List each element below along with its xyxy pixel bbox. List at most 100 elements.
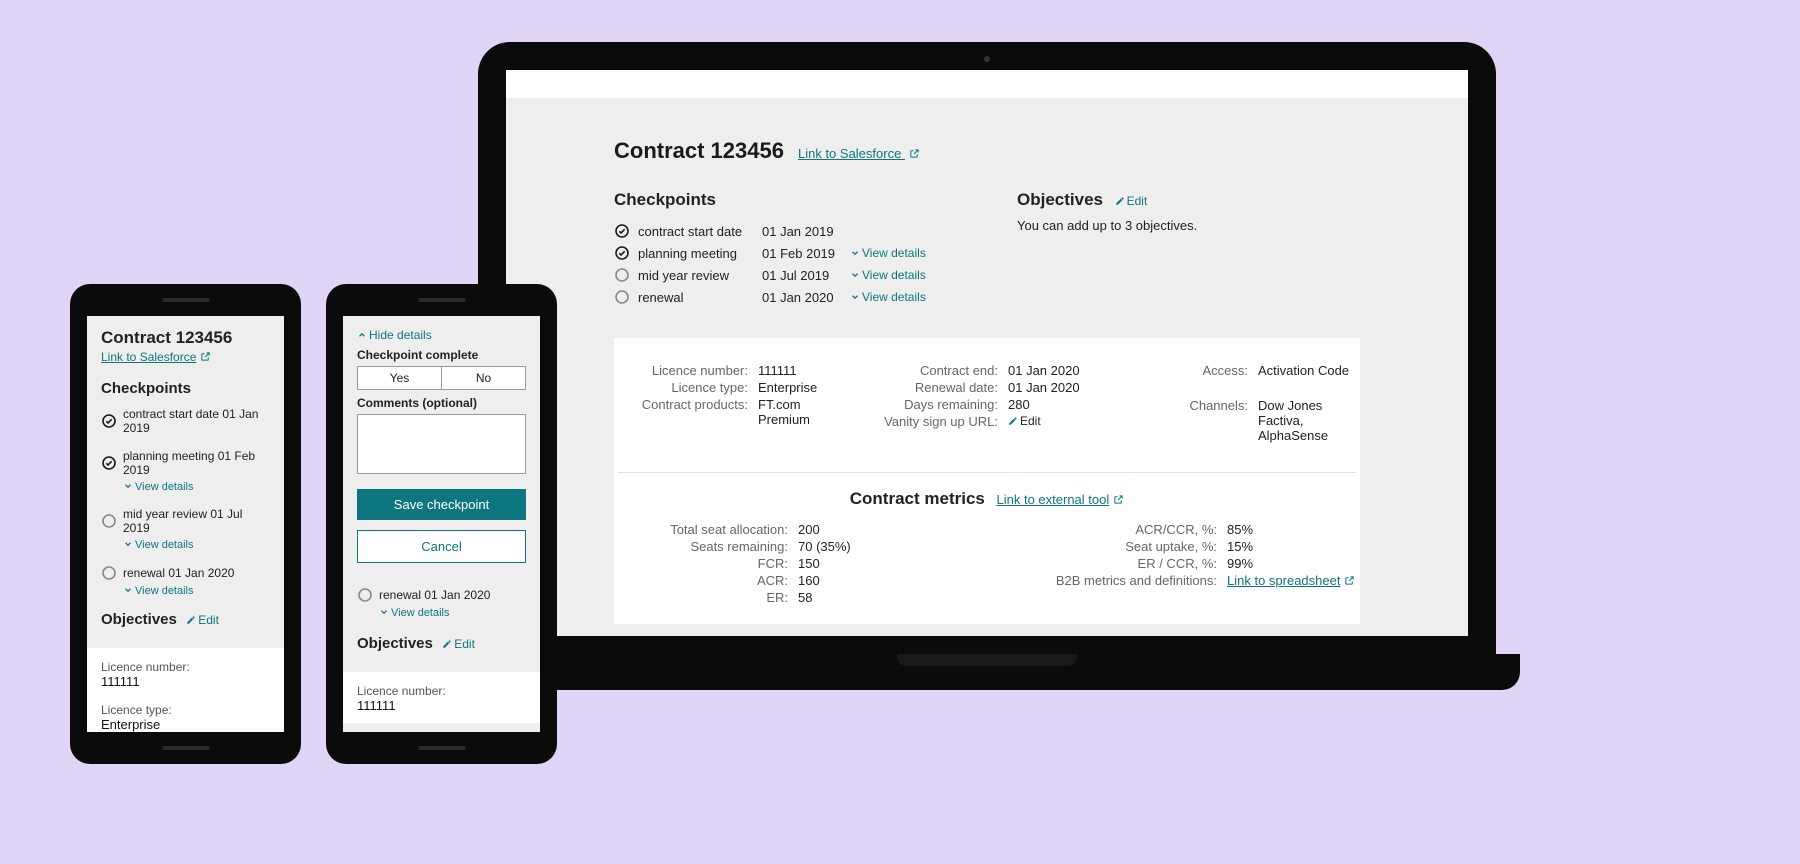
- yes-no-toggle: Yes No: [357, 366, 526, 390]
- metric-label: B2B metrics and definitions:: [1007, 573, 1217, 588]
- info-label: Licence type:: [618, 380, 748, 395]
- metrics-heading: Contract metrics: [850, 489, 985, 508]
- chevron-down-icon: [850, 247, 860, 257]
- contract-info-panel: Licence number:111111 Licence type:Enter…: [614, 338, 1360, 624]
- chevron-down-icon: [850, 269, 860, 279]
- info-value: 111111: [758, 363, 856, 378]
- contract-info-panel: Licence number:111111: [343, 672, 540, 723]
- checkpoints-heading: Checkpoints: [614, 190, 957, 210]
- view-details-link[interactable]: View details: [101, 539, 270, 551]
- check-open-icon: [357, 587, 373, 603]
- metric-label: Seats remaining:: [618, 539, 788, 554]
- contract-title: Contract 123456: [614, 138, 784, 164]
- checkpoint-label: contract start date: [638, 224, 758, 239]
- info-label: Contract end:: [868, 363, 998, 378]
- check-done-icon: [101, 455, 117, 471]
- edit-vanity-url-link[interactable]: Edit: [1008, 414, 1106, 429]
- metric-value: 70 (35%): [798, 539, 967, 554]
- info-value: FT.com Premium: [758, 397, 856, 427]
- metric-value: 99%: [1227, 556, 1356, 571]
- checkpoint-row: planning meeting 01 Feb 2019 View detail…: [614, 242, 957, 264]
- no-button[interactable]: No: [442, 367, 525, 389]
- pencil-icon: [186, 614, 196, 624]
- checkpoint-row: contract start date 01 Jan 2019: [101, 403, 270, 439]
- chevron-down-icon: [379, 607, 389, 617]
- checkpoint-row: renewal 01 Jan 2020: [357, 583, 526, 607]
- view-details-link[interactable]: View details: [850, 268, 957, 282]
- pencil-icon: [442, 638, 452, 648]
- check-open-icon: [614, 267, 630, 283]
- pencil-icon: [1115, 195, 1125, 205]
- info-value: Enterprise: [758, 380, 856, 395]
- metric-label: FCR:: [618, 556, 788, 571]
- checkpoint-row: renewal 01 Jan 2020: [101, 561, 270, 585]
- metric-label: ACR:: [618, 573, 788, 588]
- info-value: 01 Jan 2020: [1008, 380, 1106, 395]
- comments-input[interactable]: [357, 414, 526, 474]
- external-link-icon: [200, 351, 211, 362]
- edit-objectives-link[interactable]: Edit: [186, 613, 219, 627]
- checkpoint-label: renewal: [638, 290, 758, 305]
- view-details-link[interactable]: View details: [101, 481, 270, 493]
- objectives-heading: Objectives: [357, 635, 433, 652]
- edit-objectives-link[interactable]: Edit: [442, 637, 475, 651]
- spreadsheet-link[interactable]: Link to spreadsheet: [1227, 573, 1355, 588]
- checkpoint-row: mid year review 01 Jul 2019: [101, 503, 270, 539]
- metric-value: 15%: [1227, 539, 1356, 554]
- edit-objectives-link[interactable]: Edit: [1115, 194, 1148, 208]
- checkpoint-row: contract start date 01 Jan 2019: [614, 220, 957, 242]
- view-details-link[interactable]: View details: [850, 290, 957, 304]
- metric-value: 85%: [1227, 522, 1356, 537]
- info-label: Licence number:: [357, 684, 526, 698]
- info-label: Channels:: [1118, 398, 1248, 443]
- info-value: 280: [1008, 397, 1106, 412]
- checkpoint-date: 01 Jan 2020: [762, 290, 846, 305]
- info-label: Vanity sign up URL:: [868, 414, 998, 429]
- metric-label: Total seat allocation:: [618, 522, 788, 537]
- metric-label: ER / CCR, %:: [1007, 556, 1217, 571]
- salesforce-link[interactable]: Link to Salesforce: [798, 146, 920, 161]
- checkpoint-complete-label: Checkpoint complete: [357, 348, 526, 362]
- external-link-icon: [1113, 493, 1124, 504]
- checkpoint-label: planning meeting: [638, 246, 758, 261]
- external-link-icon: [909, 147, 920, 158]
- cancel-button[interactable]: Cancel: [357, 530, 526, 563]
- info-label: Licence number:: [101, 660, 270, 674]
- check-done-icon: [614, 223, 630, 239]
- info-label: Licence type:: [101, 703, 270, 717]
- checkpoint-date: 01 Jan 2019: [762, 224, 846, 239]
- chevron-up-icon: [357, 329, 367, 339]
- view-details-link[interactable]: View details: [850, 246, 957, 260]
- objectives-hint: You can add up to 3 objectives.: [1017, 218, 1360, 233]
- hide-details-link[interactable]: Hide details: [357, 328, 526, 342]
- metric-value: 58: [798, 590, 967, 605]
- contract-info-panel: Licence number:111111 Licence type:Enter…: [87, 648, 284, 732]
- info-label: Access:: [1118, 363, 1248, 378]
- check-open-icon: [101, 565, 117, 581]
- check-done-icon: [101, 413, 117, 429]
- save-checkpoint-button[interactable]: Save checkpoint: [357, 489, 526, 520]
- info-value: Activation Code: [1258, 363, 1356, 378]
- browser-topbar: [506, 70, 1468, 98]
- checkpoint-date: 01 Jul 2019: [762, 268, 846, 283]
- metrics-external-link[interactable]: Link to external tool: [997, 492, 1125, 507]
- contract-title: Contract 123456: [101, 328, 270, 348]
- metric-label: ACR/CCR, %:: [1007, 522, 1217, 537]
- view-details-link[interactable]: View details: [101, 585, 270, 597]
- chevron-down-icon: [123, 539, 133, 549]
- view-details-link[interactable]: View details: [357, 607, 526, 619]
- info-value: 111111: [101, 674, 270, 689]
- info-value: 01 Jan 2020: [1008, 363, 1106, 378]
- checkpoint-row: planning meeting 01 Feb 2019: [101, 445, 270, 481]
- metric-label: Seat uptake, %:: [1007, 539, 1217, 554]
- metric-value: 200: [798, 522, 967, 537]
- checkpoint-row: mid year review 01 Jul 2019 View details: [614, 264, 957, 286]
- check-open-icon: [101, 513, 117, 529]
- checkpoint-date: 01 Feb 2019: [762, 246, 846, 261]
- checkpoints-heading: Checkpoints: [101, 380, 270, 397]
- metric-label: ER:: [618, 590, 788, 605]
- external-link-icon: [1344, 574, 1355, 585]
- laptop-mockup: Contract 123456 Link to Salesforce Check…: [478, 42, 1496, 708]
- yes-button[interactable]: Yes: [358, 367, 442, 389]
- salesforce-link[interactable]: Link to Salesforce: [101, 350, 211, 364]
